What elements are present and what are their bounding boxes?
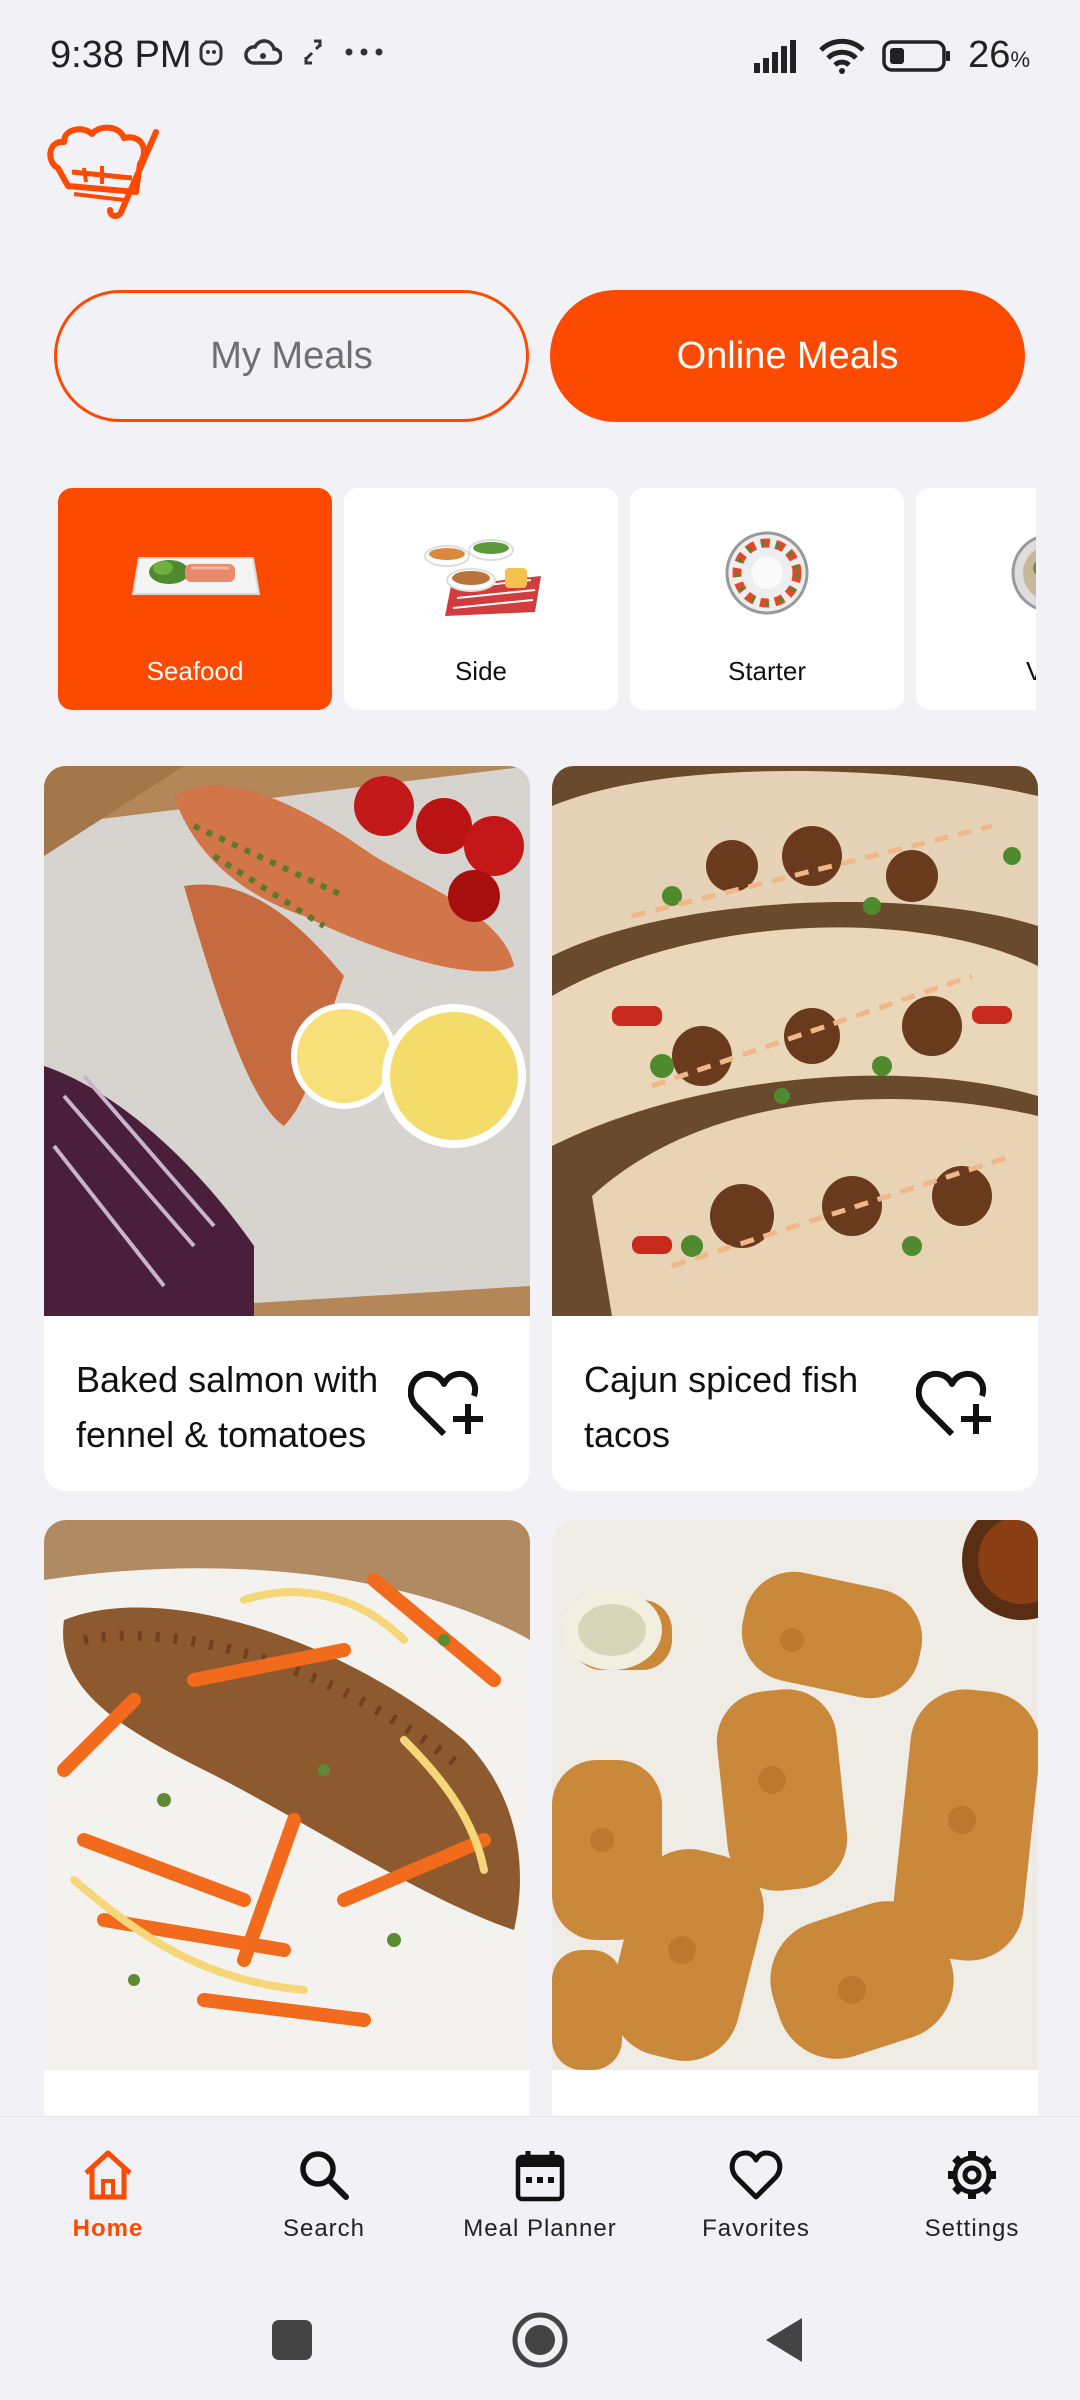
- bottom-navigation: Home Search Meal Planner Favorites Setti…: [0, 2116, 1080, 2282]
- meal-title: Cajun spiced fish tacos: [584, 1359, 859, 1455]
- back-button[interactable]: [756, 2310, 816, 2370]
- cloud-icon: [244, 39, 282, 65]
- add-favorite-icon[interactable]: [408, 1368, 486, 1440]
- status-time: 9:38 PM: [50, 34, 192, 76]
- category-label: Starter: [727, 656, 807, 686]
- category-seafood[interactable]: Seafood: [58, 488, 332, 710]
- heart-icon: [729, 2150, 783, 2200]
- category-label: Ve: [1026, 656, 1036, 686]
- face-icon: [199, 40, 223, 66]
- category-label: Side: [454, 656, 508, 686]
- nav-label: Favorites: [702, 2215, 810, 2242]
- category-starter[interactable]: Starter: [630, 488, 904, 710]
- starter-plate-image: [725, 531, 809, 615]
- status-system-icons: 26%: [752, 34, 1030, 77]
- croquettes-photo: [552, 1520, 1038, 2070]
- search-icon: [300, 2151, 349, 2200]
- chef-hat-logo: [47, 124, 159, 219]
- nav-label: Settings: [924, 2215, 1020, 2242]
- category-label: Seafood: [146, 656, 244, 686]
- nav-label: Home: [72, 2215, 144, 2242]
- battery-percent: 26%: [968, 34, 1030, 76]
- baked-salmon-photo: [44, 766, 530, 1316]
- online-meals-button[interactable]: Online Meals: [550, 290, 1025, 422]
- signal-icon: [754, 39, 797, 73]
- nav-label: Search: [282, 2215, 366, 2242]
- fried-fish-carrots-photo: [44, 1520, 530, 2070]
- category-vegan[interactable]: Ve: [916, 488, 1036, 710]
- vegan-bowl-image: [1011, 536, 1036, 610]
- fish-tacos-photo: [552, 766, 1038, 1316]
- status-notification-icons: [198, 36, 384, 68]
- home-icon: [84, 2150, 132, 2200]
- wifi-icon: [819, 38, 865, 74]
- nav-search[interactable]: Search: [216, 2117, 432, 2282]
- sync-icon: [304, 39, 322, 65]
- nav-meal-planner[interactable]: Meal Planner: [432, 2117, 648, 2282]
- my-meals-button[interactable]: My Meals: [54, 290, 529, 422]
- meal-title: Baked salmon with fennel & tomatoes: [76, 1359, 379, 1455]
- recents-button[interactable]: [262, 2310, 322, 2370]
- side-dishes-image: [424, 539, 541, 616]
- meal-card[interactable]: Baked salmon with fennel & tomatoes: [44, 766, 530, 1491]
- category-side[interactable]: Side: [344, 488, 618, 710]
- nav-home[interactable]: Home: [0, 2117, 216, 2282]
- calendar-icon: [515, 2151, 565, 2202]
- nav-settings[interactable]: Settings: [864, 2117, 1080, 2282]
- battery-icon: [882, 39, 951, 72]
- meal-card[interactable]: Cajun spiced fish tacos: [552, 766, 1038, 1491]
- nav-label: Meal Planner: [463, 2215, 617, 2242]
- add-favorite-icon[interactable]: [916, 1368, 994, 1440]
- nav-favorites[interactable]: Favorites: [648, 2117, 864, 2282]
- category-list[interactable]: Seafood Side Starter V: [46, 488, 1036, 710]
- more-icon: [345, 48, 383, 56]
- status-bar: 9:38 PM 26%: [0, 0, 1080, 110]
- home-button[interactable]: [510, 2310, 570, 2370]
- app-screen: 9:38 PM 26% My Meals Online Meals Seafoo…: [0, 0, 1080, 2400]
- system-navigation-bar: [0, 2282, 1080, 2400]
- seafood-plate-image: [131, 557, 261, 595]
- gear-icon: [948, 2151, 996, 2199]
